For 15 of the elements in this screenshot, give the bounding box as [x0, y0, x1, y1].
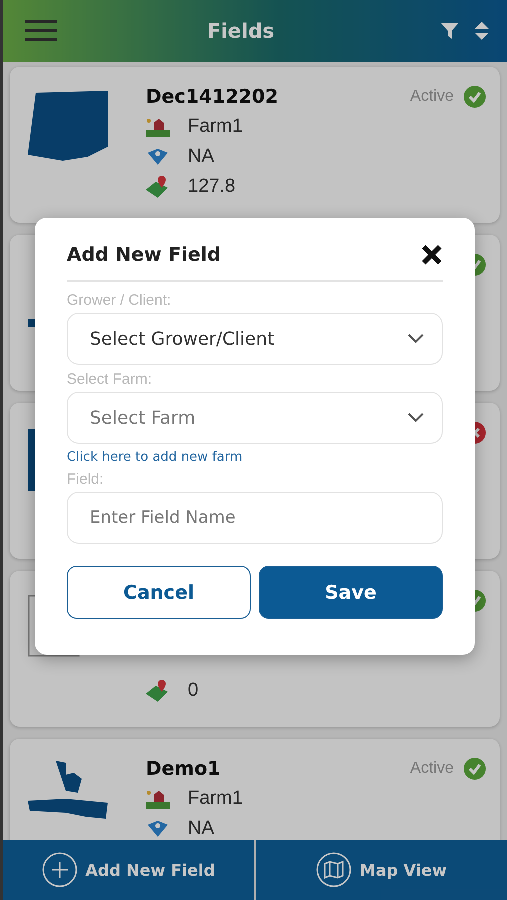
field-name: Dec1412202: [146, 86, 278, 108]
zone-value: NA: [188, 818, 214, 840]
zone-value: NA: [188, 146, 214, 168]
field-name: Demo1: [146, 758, 221, 780]
field-label: Grower / Client:: [67, 292, 172, 309]
area-value: 127.8: [188, 176, 236, 198]
field-label: Select Farm:: [67, 371, 154, 388]
farm-name: Farm1: [188, 788, 243, 810]
status-label: Active: [410, 760, 454, 778]
page-title: Fields: [206, 19, 276, 43]
field-label: Field:: [67, 471, 105, 488]
status-label: Active: [410, 88, 454, 106]
area-value: 0: [188, 680, 199, 702]
dialog-title: Add New Field: [67, 244, 221, 266]
farm-name: Farm1: [188, 116, 243, 138]
